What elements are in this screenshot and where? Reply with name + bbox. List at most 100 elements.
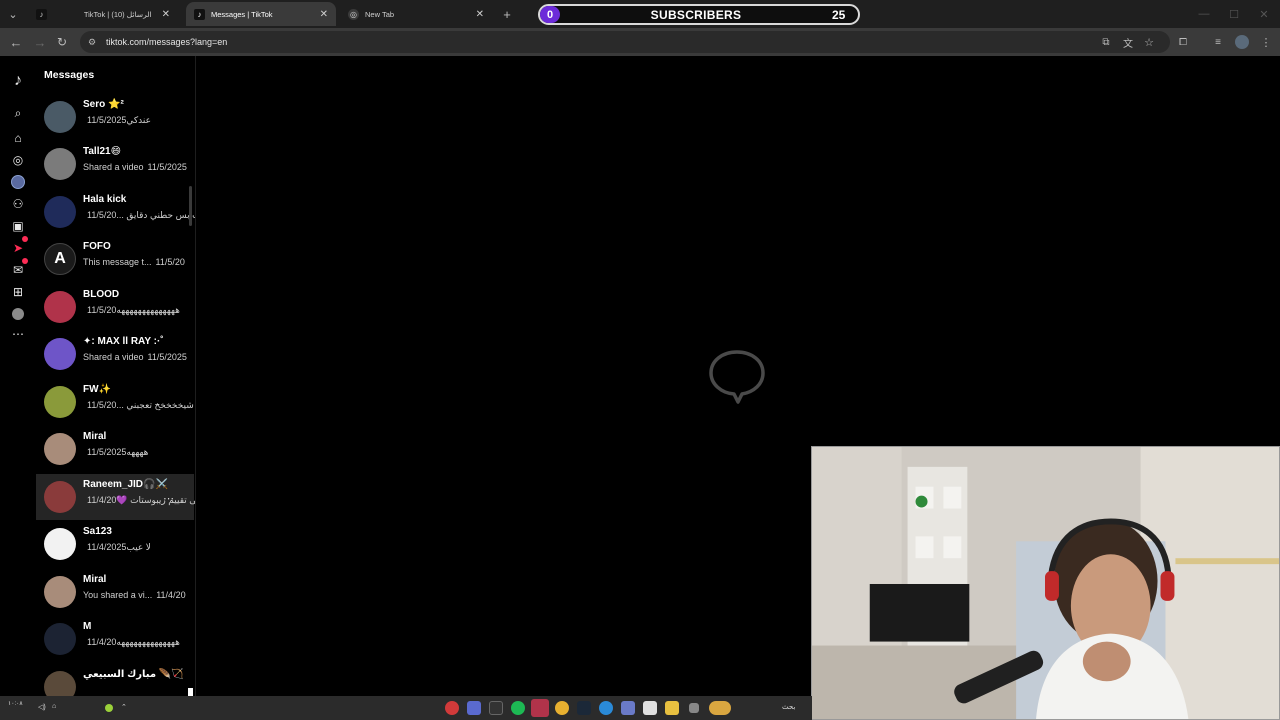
conversation-preview: يا شيخخخخخ تعجبني ...11/5/20 — [87, 400, 196, 410]
avatar — [44, 196, 76, 228]
chrome-icon[interactable] — [555, 701, 569, 715]
profile-avatar-icon[interactable] — [1235, 35, 1249, 49]
avatar — [44, 576, 76, 608]
messages-scrollbar[interactable] — [189, 186, 192, 226]
page-title: Messages — [44, 69, 95, 81]
webcam-feed — [811, 446, 1280, 720]
back-icon[interactable]: ← — [8, 34, 24, 50]
conversation-name: Raneem_JID🎧⚔️ — [83, 479, 168, 490]
conversation-item[interactable]: مبارك السبيعي 🪶🏹 — [36, 664, 194, 696]
tiktok-favicon-icon: ♪ — [194, 8, 205, 20]
translate-icon[interactable]: 文 — [1121, 35, 1135, 50]
conversation-item[interactable]: Tall21😄 Shared a video 11/5/2025 — [36, 141, 194, 187]
volume-icon[interactable]: ◁) — [38, 703, 46, 711]
conversation-item[interactable]: BLOOD ههههههههههههههه11/5/20 — [36, 284, 194, 330]
profile-icon[interactable] — [8, 305, 28, 323]
conversation-item[interactable]: Raneem_JID🎧⚔️ ابغى تقييم ريبوستات 💜11/4/… — [36, 474, 195, 520]
conversation-preview: Shared a video 11/5/2025 — [83, 162, 187, 172]
new-tab-plus-icon[interactable]: + — [499, 6, 515, 22]
conversation-name: Miral — [83, 574, 107, 585]
conversation-preview: Shared a video 11/5/2025 — [83, 352, 187, 362]
tab-new-tab[interactable]: ◎ New Tab ✕ — [340, 2, 492, 26]
taskbar-app-icon[interactable] — [689, 703, 699, 713]
taskbar-app-icon[interactable] — [467, 701, 481, 715]
conversation-item[interactable]: Miral You shared a vi... 11/4/20 — [36, 569, 194, 615]
site-settings-icon[interactable]: ⚙ — [88, 37, 98, 47]
menu-kebab-icon[interactable]: ⋮ — [1259, 35, 1273, 49]
close-tab-icon[interactable]: ✕ — [320, 9, 328, 20]
conversation-item[interactable]: Hala kick القوت بس حطني دقايق ...11/5/20 — [36, 189, 195, 235]
media-controls-icon[interactable]: ≡ — [1211, 35, 1225, 49]
following-icon[interactable]: ⚇ — [8, 195, 28, 213]
browser-tab-bar: ⌄ ♪ TikTok | الرسائل (10) ✕ ♪ Messages |… — [0, 0, 1280, 28]
upload-icon[interactable]: ⊞ — [8, 283, 28, 301]
taskbar-app-icon[interactable] — [445, 701, 459, 715]
tab-messages[interactable]: ♪ Messages | TikTok ✕ — [186, 2, 336, 26]
messages-icon[interactable]: ✉ — [8, 258, 28, 279]
conversation-preview: You shared a vi... 11/4/20 — [83, 590, 186, 600]
close-window-icon[interactable]: ✕ — [1256, 6, 1272, 22]
conversation-item[interactable]: Miral ههههه11/5/2025 — [36, 426, 194, 472]
reload-icon[interactable]: ↻ — [54, 34, 70, 50]
subscribers-goal: 25 — [832, 7, 846, 22]
taskbar-app-icon[interactable] — [621, 701, 635, 715]
conversation-item[interactable]: FW✨ يا شيخخخخخ تعجبني ...11/5/20 — [36, 379, 196, 425]
avatar — [44, 528, 76, 560]
network-icon[interactable]: ⌂ — [52, 703, 56, 710]
taskbar-app-icon[interactable] — [105, 704, 113, 712]
home-icon[interactable]: ⌂ — [8, 129, 28, 147]
conversation-preview: ههههه11/5/2025 — [87, 447, 149, 457]
maximize-icon[interactable]: ☐ — [1226, 6, 1242, 22]
live-icon[interactable]: ▣ — [8, 217, 28, 235]
close-tab-icon[interactable]: ✕ — [476, 9, 484, 20]
tiktok-logo-icon[interactable]: ♪ — [8, 72, 28, 90]
avatar — [44, 671, 76, 696]
more-options-icon[interactable]: ⋯ — [163, 492, 174, 505]
avatar — [44, 101, 76, 133]
activity-icon[interactable]: ➤ — [8, 236, 28, 257]
spotify-icon[interactable] — [511, 701, 525, 715]
more-icon[interactable]: ⋯ — [8, 325, 28, 343]
steam-icon[interactable] — [577, 701, 591, 715]
conversation-item[interactable]: A FOFO This message t... 11/5/20 — [36, 236, 194, 282]
conversation-preview: القوت بس حطني دقايق ...11/5/20 — [87, 210, 195, 220]
scroll-end-marker — [188, 688, 193, 696]
avatar: A — [44, 243, 76, 275]
forward-icon[interactable]: → — [32, 34, 48, 50]
live-avatar-icon[interactable] — [8, 173, 28, 191]
avatar — [44, 623, 76, 655]
tab-search-icon[interactable]: ⌄ — [6, 7, 20, 21]
edge-icon[interactable] — [599, 701, 613, 715]
avatar — [44, 148, 76, 180]
conversation-item[interactable]: M ههههههههههههههه11/4/20 — [36, 616, 194, 662]
install-app-icon[interactable]: ⧉ — [1099, 35, 1113, 49]
bookmark-star-icon[interactable]: ☆ — [1142, 35, 1156, 49]
subscribers-current: 0 — [540, 6, 560, 23]
url-field[interactable]: ⚙ tiktok.com/messages?lang=en — [80, 31, 1170, 53]
taskbar-app-icon[interactable] — [643, 701, 657, 715]
conversation-name: BLOOD — [83, 289, 120, 300]
conversation-item[interactable]: Sa123 لا عيب11/4/2025 — [36, 521, 194, 567]
search-label[interactable]: بحث — [782, 703, 795, 711]
taskbar-app-icon[interactable] — [531, 699, 549, 717]
minimize-icon[interactable]: — — [1196, 6, 1212, 22]
conversation-preview: عندكي11/5/2025 — [87, 115, 151, 125]
tab-title: TikTok | الرسائل (10) — [83, 9, 152, 19]
conversation-item[interactable]: Sero ⭐² عندكي11/5/2025 — [36, 94, 194, 140]
extensions-icon[interactable]: ⧠ — [1176, 35, 1190, 49]
explore-icon[interactable]: ◎ — [8, 151, 28, 169]
search-icon[interactable]: ⌕ — [8, 104, 28, 122]
close-tab-icon[interactable]: ✕ — [162, 9, 170, 20]
taskbar-app-icon[interactable] — [489, 701, 503, 715]
conversation-preview — [83, 685, 87, 695]
conversation-item[interactable]: ✦: MAX ll RAY :·˚ Shared a video 11/5/202… — [36, 331, 194, 377]
conversation-name: Sa123 — [83, 526, 112, 537]
taskbar-app-icon[interactable] — [709, 701, 731, 715]
avatar — [44, 433, 76, 465]
tab-title: New Tab — [365, 9, 395, 19]
messages-panel: Messages Sero ⭐² عندكي11/5/2025 Tall21😄 … — [36, 56, 196, 696]
tab-title: Messages | TikTok — [211, 9, 273, 19]
file-explorer-icon[interactable] — [665, 701, 679, 715]
tab-tiktok-arabic[interactable]: ♪ TikTok | الرسائل (10) ✕ — [28, 2, 178, 26]
chevron-up-icon[interactable]: ⌃ — [121, 703, 127, 711]
